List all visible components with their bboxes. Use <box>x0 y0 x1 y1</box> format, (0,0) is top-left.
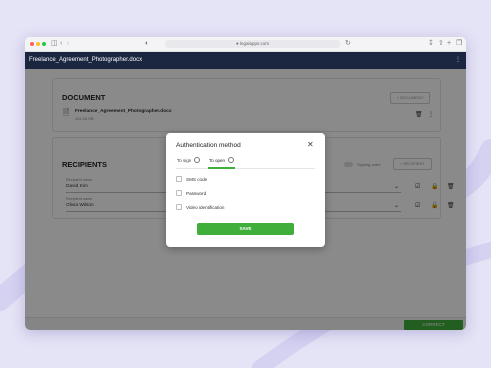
address-bar[interactable]: ● legalapps.com <box>165 40 340 48</box>
tab-label: To sign <box>177 158 192 164</box>
modal-title: Authentication method <box>176 142 241 149</box>
browser-window: ◫ ‹ › ◐ ● legalapps.com ↻ ↧ ⇧ + ❐ Freela… <box>25 37 466 330</box>
app-header: Freelance_Agreement_Photographer.docx ⋮ <box>25 52 466 69</box>
download-icon[interactable]: ↧ <box>428 39 434 49</box>
window-minimize-dot[interactable] <box>36 42 40 46</box>
checkbox[interactable] <box>176 176 182 182</box>
tab-to-sign[interactable]: To sign <box>177 157 201 164</box>
checkbox[interactable] <box>176 190 182 196</box>
window-maximize-dot[interactable] <box>42 42 46 46</box>
forward-icon[interactable]: › <box>67 39 69 49</box>
reload-icon[interactable]: ↻ <box>345 39 351 49</box>
tab-label: To open <box>209 158 226 164</box>
authentication-modal: Authentication method ✕ To sign To open … <box>166 133 325 247</box>
option-label: Video identification <box>186 205 225 211</box>
checkbox[interactable] <box>176 204 182 210</box>
option-video-identification[interactable]: Video identification <box>176 204 225 211</box>
browser-chrome: ◫ ‹ › ◐ ● legalapps.com ↻ ↧ ⇧ + ❐ <box>25 37 466 52</box>
save-button[interactable]: SAVE <box>197 223 294 235</box>
shield-icon: ◐ <box>145 40 150 47</box>
close-icon[interactable]: ✕ <box>307 140 314 150</box>
option-label: Password <box>186 191 207 197</box>
option-sms-code[interactable]: SMS code <box>176 176 208 183</box>
back-icon[interactable]: ‹ <box>60 39 62 49</box>
tab-divider <box>176 168 315 169</box>
active-tab-indicator <box>208 167 235 169</box>
sidebar-icon[interactable]: ◫ <box>51 39 58 49</box>
tab-to-open[interactable]: To open <box>209 157 235 164</box>
share-icon[interactable]: ⇧ <box>438 39 444 49</box>
tabs-icon[interactable]: ❐ <box>456 39 462 49</box>
option-password[interactable]: Password <box>176 190 207 197</box>
new-tab-icon[interactable]: + <box>447 39 451 49</box>
window-close-dot[interactable] <box>30 42 34 46</box>
url-text: ● legalapps.com <box>236 41 269 46</box>
info-icon <box>194 157 201 163</box>
option-label: SMS code <box>186 177 208 183</box>
file-name: Freelance_Agreement_Photographer.docx <box>29 57 143 63</box>
info-icon <box>228 157 235 163</box>
dots-icon[interactable]: ⋮ <box>455 52 461 69</box>
main-content: DOCUMENT + DOCUMENT 🗎 Freelance_Agreemen… <box>25 69 466 330</box>
